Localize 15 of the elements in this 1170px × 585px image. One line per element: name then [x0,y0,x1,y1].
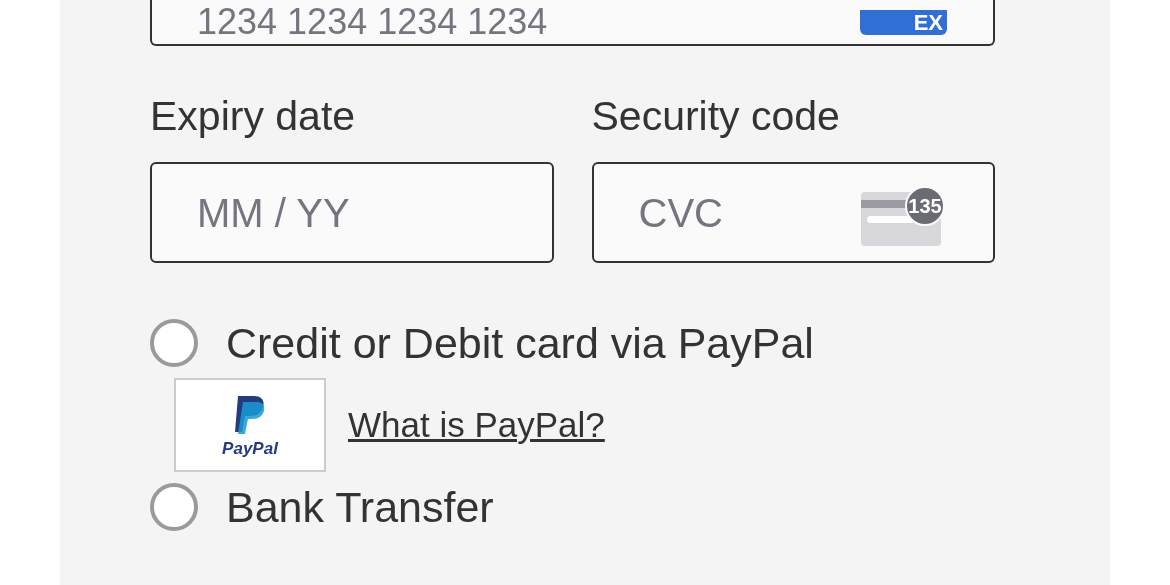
field-label: Security code [591,92,841,141]
card-number-field[interactable]: 1234 1234 1234 1234 EX [150,0,995,46]
payment-option-label: Bank Transfer [226,485,494,529]
text-field[interactable]: MM / YY [150,162,554,263]
paypal-info-link[interactable]: What is PayPal? [348,398,605,452]
radio-button[interactable] [150,319,198,367]
payment-option-label: Credit or Debit card via PayPal [226,321,814,365]
field-placeholder: CVC [638,189,723,237]
radio-button[interactable] [150,483,198,531]
field-label: Expiry date [150,92,357,141]
text-field[interactable]: CVC 135 [591,162,995,263]
field-placeholder: MM / YY [197,189,350,237]
field-placeholder: 1234 1234 1234 1234 [197,4,548,40]
card-brand-icon: EX [860,9,947,35]
logo-text: PayPal [222,439,278,457]
